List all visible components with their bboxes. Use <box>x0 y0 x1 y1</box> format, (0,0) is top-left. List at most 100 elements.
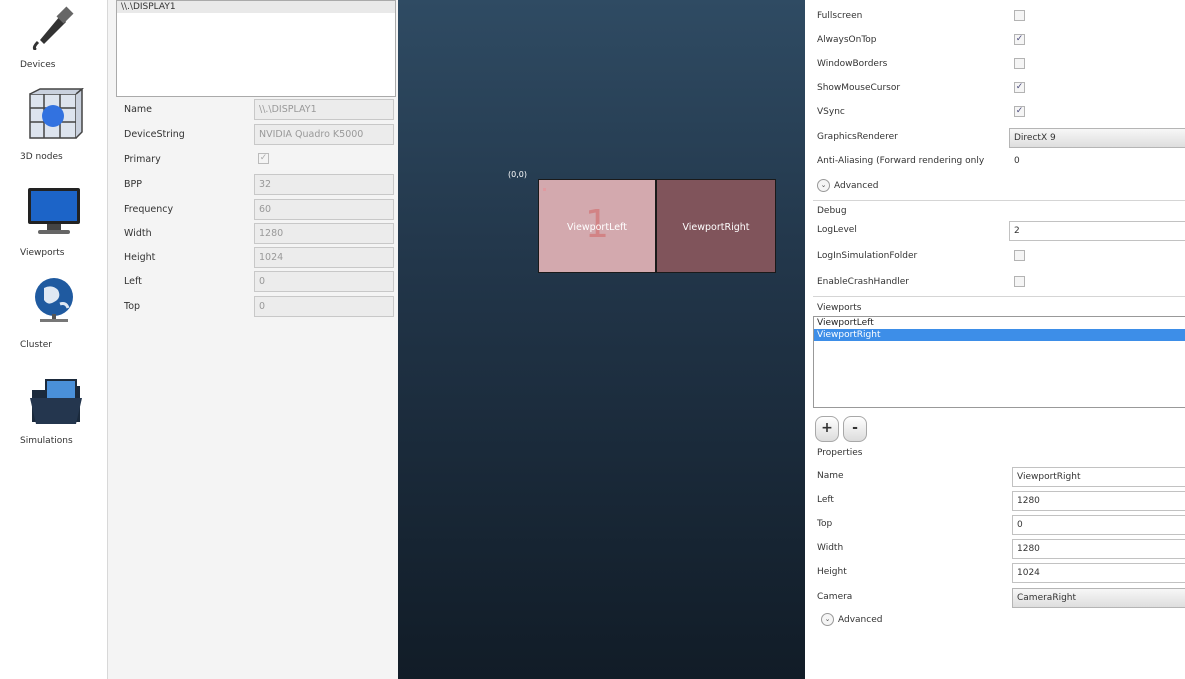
row-vp-left: Left 1280 <box>817 490 1185 512</box>
chevron-down-icon: ⌄ <box>821 613 834 626</box>
renderer-label: GraphicsRenderer <box>817 132 898 142</box>
viewport-right-label: ViewportRight <box>682 222 750 233</box>
nav-item-cluster[interactable]: Cluster <box>8 272 102 352</box>
display-prop-top: Top 0 <box>116 296 396 320</box>
nav-label-devices: Devices <box>20 60 56 70</box>
vp-left-field[interactable]: 1280 <box>1012 491 1185 511</box>
advanced-label: Advanced <box>834 180 879 191</box>
divider <box>813 296 1185 297</box>
prop-label: BPP <box>124 179 142 190</box>
remove-viewport-button[interactable]: - <box>843 416 867 442</box>
vp-name-field[interactable]: ViewportRight <box>1012 467 1185 487</box>
log-level-field[interactable]: 2 <box>1009 221 1185 241</box>
nav-item-devices[interactable]: Devices <box>8 0 102 75</box>
viewport-list-item[interactable]: ViewportLeft <box>814 317 1185 329</box>
row-graphics-renderer: GraphicsRenderer DirectX 9 <box>817 127 1185 149</box>
row-crash-handler: EnableCrashHandler <box>817 272 1185 294</box>
monitor-icon <box>28 188 80 234</box>
display-list[interactable]: \\.\DISPLAY1 <box>116 0 396 97</box>
row-vp-height: Height 1024 <box>817 562 1185 584</box>
prop-value: NVIDIA Quadro K5000 <box>254 124 394 145</box>
corner-marker <box>543 188 546 191</box>
window-borders-label: WindowBorders <box>817 59 888 69</box>
vp-height-label: Height <box>817 567 847 577</box>
vp-width-field[interactable]: 1280 <box>1012 539 1185 559</box>
display-prop-height: Height 1024 <box>116 247 396 271</box>
prop-label: Left <box>124 276 142 287</box>
viewport-right-rect[interactable]: ViewportRight <box>656 179 776 273</box>
row-show-mouse: ShowMouseCursor ✓ <box>817 78 1185 100</box>
row-vp-name: Name ViewportRight <box>817 466 1185 488</box>
usb-plug-icon <box>32 6 74 50</box>
row-anti-aliasing: Anti-Aliasing (Forward rendering only 0 <box>817 151 1185 173</box>
prop-label: Width <box>124 228 152 239</box>
crash-handler-checkbox[interactable] <box>1014 276 1025 287</box>
camera-select[interactable]: CameraRight <box>1012 588 1185 608</box>
prop-value: 1024 <box>254 247 394 268</box>
aa-value[interactable]: 0 <box>1014 156 1020 166</box>
viewports-list[interactable]: ViewportLeft ViewportRight <box>813 316 1185 408</box>
chevron-down-icon: ⌄ <box>817 179 830 192</box>
origin-label: (0,0) <box>508 170 527 179</box>
vsync-checkbox[interactable]: ✓ <box>1014 106 1025 117</box>
window-borders-checkbox[interactable] <box>1014 58 1025 69</box>
display-prop-devicestring: DeviceString NVIDIA Quadro K5000 <box>116 124 396 148</box>
row-vp-width: Width 1280 <box>817 538 1185 560</box>
row-fullscreen: Fullscreen <box>817 6 1185 28</box>
properties-header: Properties <box>817 448 863 458</box>
viewport-list-item-selected[interactable]: ViewportRight <box>814 329 1185 341</box>
globe-network-icon <box>35 278 73 322</box>
vp-left-label: Left <box>817 495 834 505</box>
prop-value: 0 <box>254 296 394 317</box>
vp-top-label: Top <box>817 519 833 529</box>
add-viewport-button[interactable]: + <box>815 416 839 442</box>
viewport-advanced-expander[interactable]: ⌄ Advanced <box>821 613 882 626</box>
aa-label: Anti-Aliasing (Forward rendering only <box>817 156 985 166</box>
nav-item-simulations[interactable]: Simulations <box>8 368 102 450</box>
display-prop-primary: Primary ✓ <box>116 149 396 173</box>
nav-item-3d-nodes[interactable]: 3D nodes <box>8 85 102 167</box>
prop-value: \\.\DISPLAY1 <box>254 99 394 120</box>
display-panel: \\.\DISPLAY1 Name \\.\DISPLAY1 DeviceStr… <box>108 0 398 679</box>
row-window-borders: WindowBorders <box>817 54 1185 76</box>
renderer-select[interactable]: DirectX 9 <box>1009 128 1185 148</box>
display-prop-frequency: Frequency 60 <box>116 199 396 223</box>
prop-label: DeviceString <box>124 129 185 140</box>
prop-value: 1280 <box>254 223 394 244</box>
nav-item-viewports[interactable]: Viewports <box>8 182 102 262</box>
row-log-folder: LogInSimulationFolder <box>817 246 1185 268</box>
window-advanced-expander[interactable]: ⌄ Advanced <box>817 179 878 192</box>
vp-height-field[interactable]: 1024 <box>1012 563 1185 583</box>
row-vp-camera: Camera CameraRight <box>817 587 1185 609</box>
row-always-on-top: AlwaysOnTop ✓ <box>817 30 1185 52</box>
log-folder-checkbox[interactable] <box>1014 250 1025 261</box>
display-prop-name: Name \\.\DISPLAY1 <box>116 99 396 123</box>
divider <box>813 200 1185 201</box>
viewport-left-label: ViewportLeft <box>567 222 627 233</box>
fullscreen-checkbox[interactable] <box>1014 10 1025 21</box>
always-on-top-checkbox[interactable]: ✓ <box>1014 34 1025 45</box>
nav-label-cluster: Cluster <box>20 340 52 350</box>
nav-label-simulations: Simulations <box>20 436 73 446</box>
module-sidebar: Devices 3D nodes Viewports Cluster Simul… <box>0 0 108 679</box>
show-mouse-label: ShowMouseCursor <box>817 83 901 93</box>
debug-header: Debug <box>817 206 847 216</box>
prop-label: Name <box>124 104 153 115</box>
prop-label: Height <box>124 252 156 263</box>
folder-icon <box>30 379 82 424</box>
show-mouse-checkbox[interactable]: ✓ <box>1014 82 1025 93</box>
log-level-label: LogLevel <box>817 225 857 235</box>
row-vsync: VSync ✓ <box>817 102 1185 124</box>
cube-grid-icon <box>29 88 84 139</box>
vsync-label: VSync <box>817 107 845 117</box>
prop-value: 60 <box>254 199 394 220</box>
display-list-item[interactable]: \\.\DISPLAY1 <box>117 1 395 13</box>
viewports-header: Viewports <box>817 303 862 313</box>
row-log-level: LogLevel 2 <box>817 220 1185 242</box>
log-folder-label: LogInSimulationFolder <box>817 251 918 261</box>
viewport-layout-canvas[interactable]: (0,0) 1 ViewportLeft ViewportRight <box>398 0 805 679</box>
prop-value: 32 <box>254 174 394 195</box>
vp-top-field[interactable]: 0 <box>1012 515 1185 535</box>
nav-label-3d-nodes: 3D nodes <box>20 152 63 162</box>
viewport-left-rect[interactable]: 1 ViewportLeft <box>538 179 656 273</box>
